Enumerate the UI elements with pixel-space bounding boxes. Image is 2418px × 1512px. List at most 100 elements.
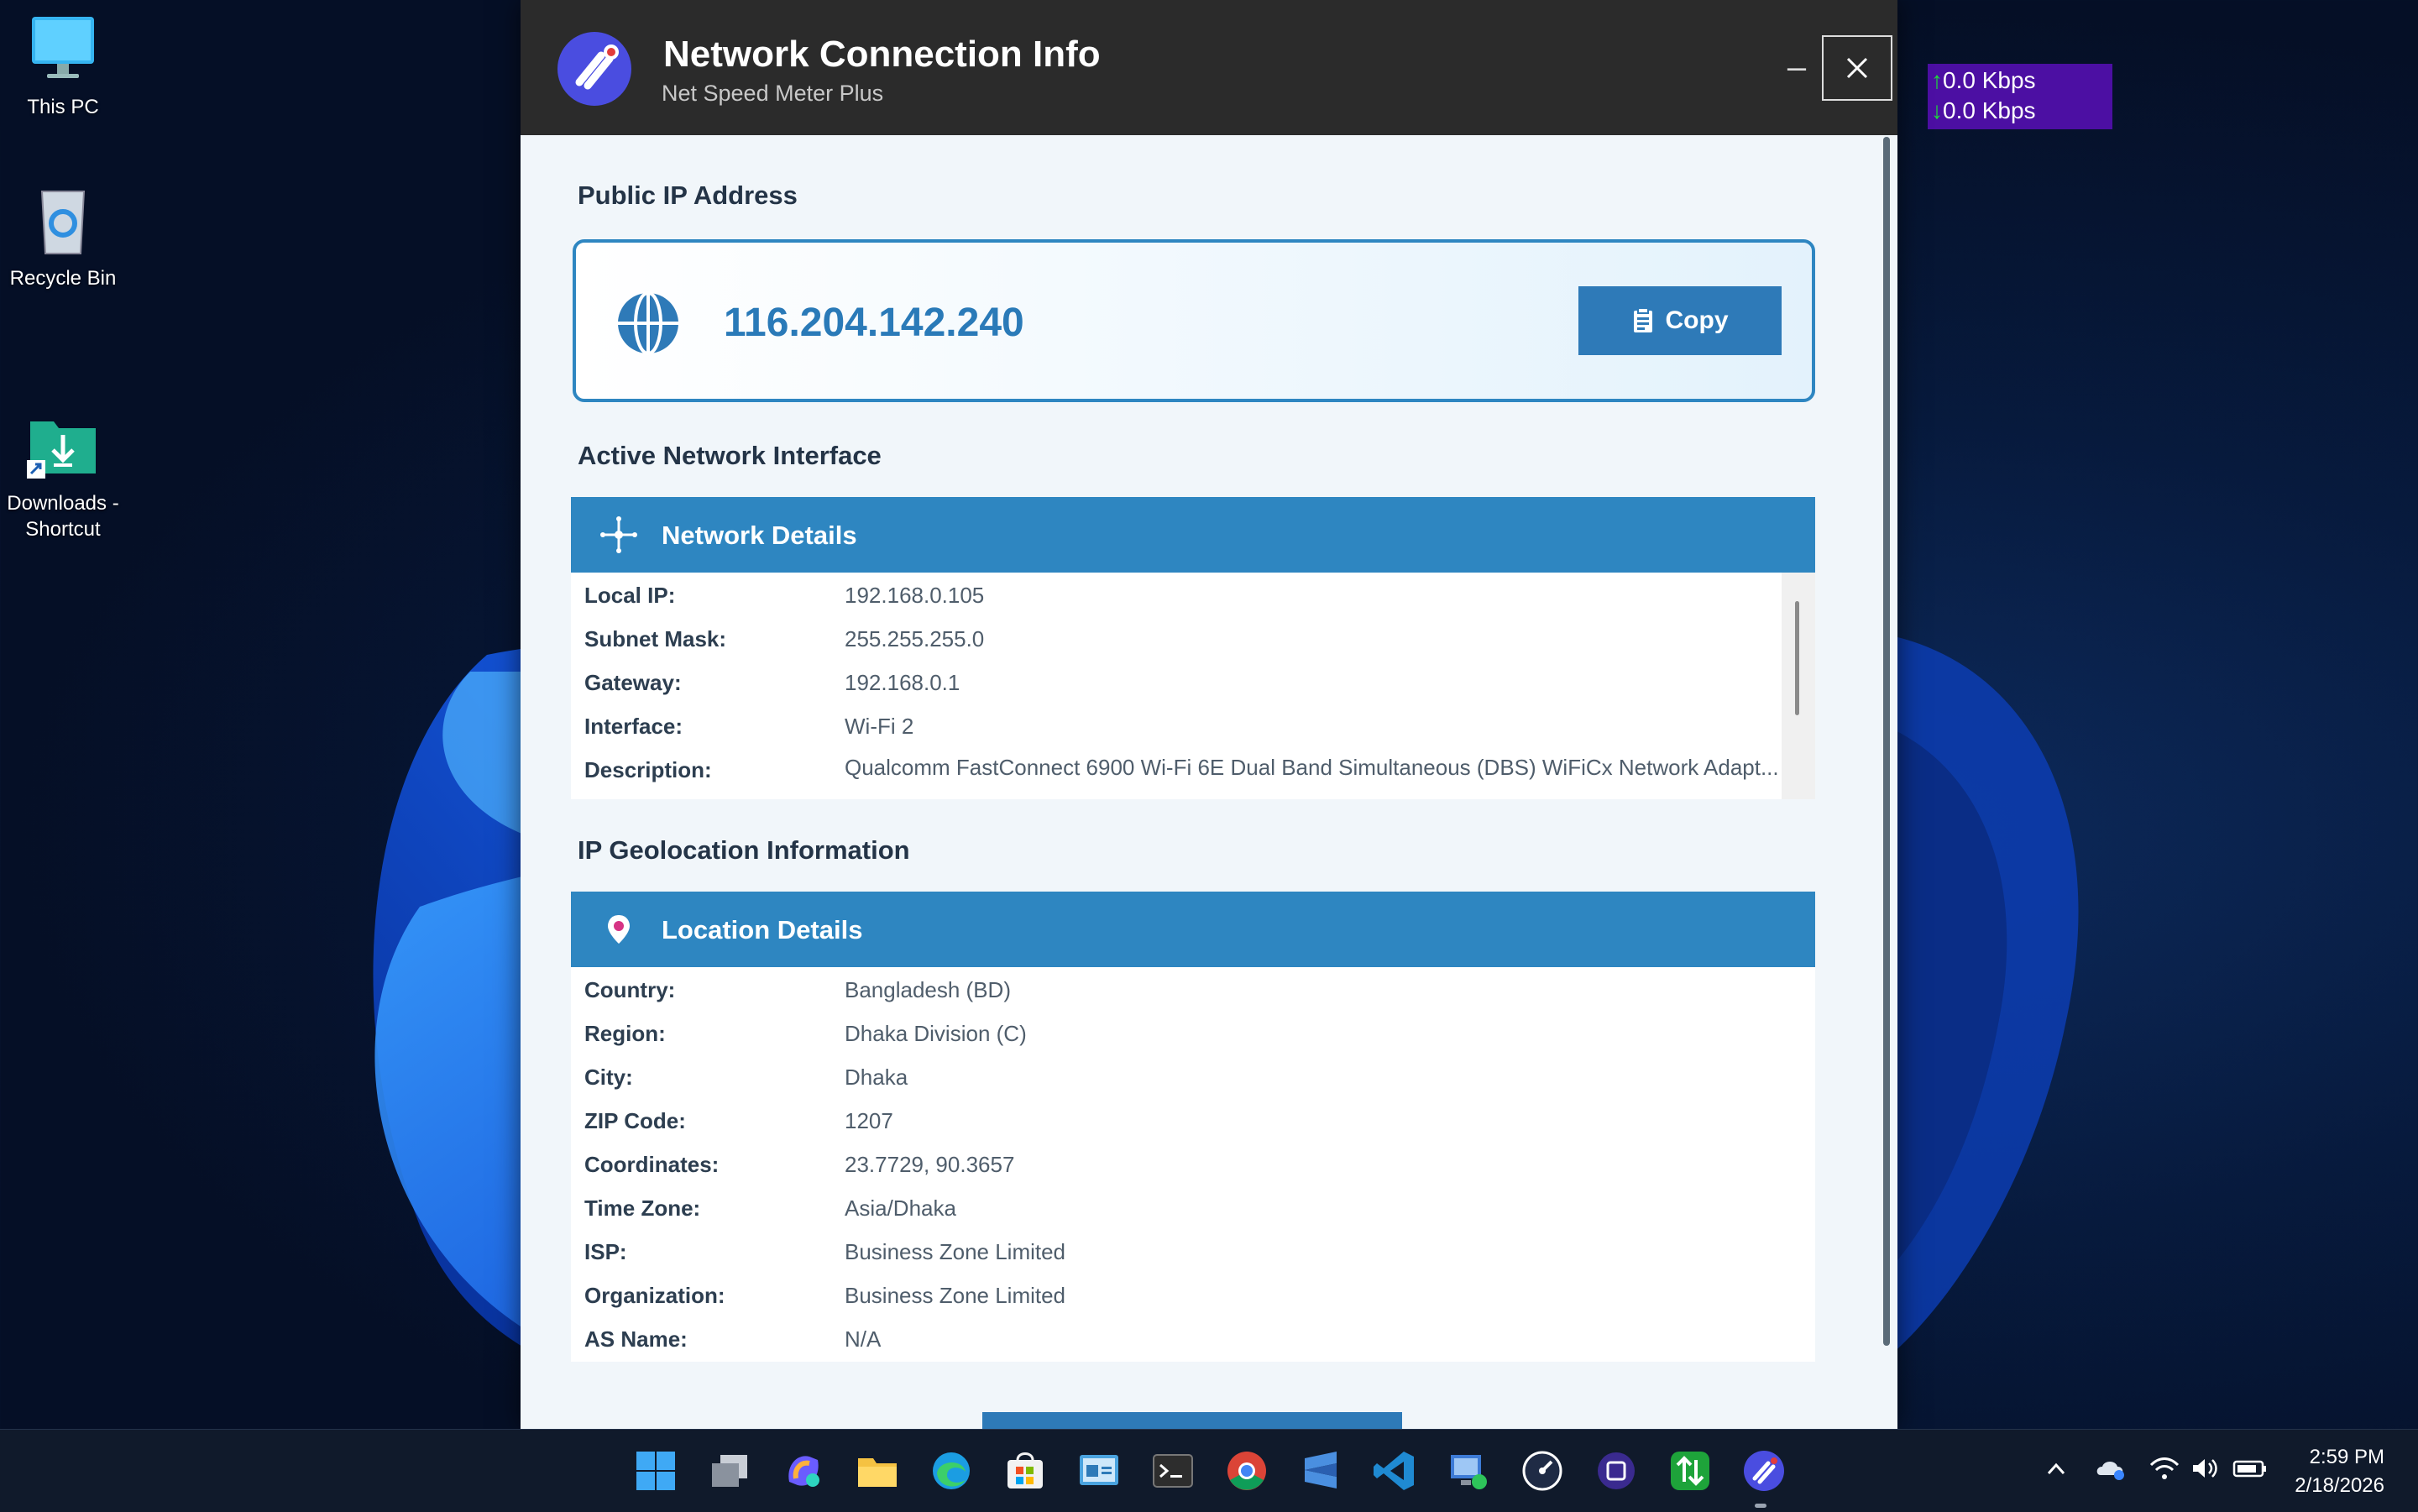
detail-value: Business Zone Limited (845, 1239, 1066, 1264)
active-app-indicator (1755, 1504, 1766, 1508)
detail-key: Coordinates: (584, 1152, 720, 1177)
download-speed: ↓0.0 Kbps (1931, 96, 2112, 126)
desktop-icon-this-pc[interactable]: This PC (0, 12, 126, 120)
detail-key: AS Name: (584, 1326, 688, 1352)
detail-key: Time Zone: (584, 1195, 701, 1221)
detail-value: Asia/Dhaka (845, 1195, 956, 1221)
window-scrollbar[interactable] (1881, 135, 1897, 1429)
detail-value: N/A (845, 1326, 882, 1352)
details-scrollbar[interactable] (1782, 573, 1815, 799)
sublime-icon[interactable] (1298, 1448, 1343, 1494)
transfer-icon[interactable] (1667, 1448, 1713, 1494)
detail-key: Interface: (584, 714, 683, 739)
arrow-up-icon: ↑ (1931, 67, 1943, 93)
detail-key: Organization: (584, 1283, 725, 1308)
task-view-icon[interactable] (707, 1448, 752, 1494)
taskbar: 2:59 PM 2/18/2026 (0, 1429, 2418, 1512)
window-title: Network Connection Info (663, 34, 1101, 75)
system-clock[interactable]: 2:59 PM 2/18/2026 (2284, 1443, 2384, 1500)
copilot-icon[interactable] (781, 1448, 826, 1494)
downloads-folder-icon (25, 382, 101, 479)
location-details-header: Location Details (571, 892, 1815, 967)
detail-key: Country: (584, 977, 676, 1002)
detail-key: Local IP: (584, 583, 676, 608)
network-hub-icon (600, 516, 637, 553)
detail-key: Description: (584, 757, 712, 782)
wallpaper-bloom-right (1847, 630, 2079, 1385)
bottom-action-button[interactable] (982, 1412, 1402, 1429)
network-details-title: Network Details (662, 521, 857, 550)
detail-key: ISP: (584, 1239, 627, 1264)
store-icon[interactable] (1002, 1448, 1048, 1494)
detail-key: City: (584, 1065, 633, 1090)
detail-value: 192.168.0.1 (845, 670, 960, 695)
network-info-window: Network Connection Info Net Speed Meter … (521, 0, 1897, 1429)
public-ip-value: 116.204.142.240 (724, 301, 1024, 345)
close-icon (1846, 57, 1868, 79)
detail-value: 1207 (845, 1108, 893, 1133)
network-details-header: Network Details (571, 497, 1815, 573)
onedrive-icon[interactable] (2094, 1452, 2128, 1493)
desktop-icon-label: Recycle Bin (9, 267, 117, 290)
copy-button[interactable]: Copy (1578, 286, 1782, 355)
control-panel-icon[interactable] (1076, 1448, 1122, 1494)
title-bar[interactable]: Network Connection Info Net Speed Meter … (521, 0, 1897, 135)
clipboard-icon (1633, 308, 1652, 332)
location-details-title: Location Details (662, 915, 863, 944)
net-speed-widget[interactable]: ↑0.0 Kbps ↓0.0 Kbps (1928, 64, 2112, 129)
net-speed-meter-icon[interactable] (1741, 1448, 1787, 1494)
copy-label: Copy (1665, 306, 1729, 334)
content-area: Public IP Address 116.204.142.240 Copy A… (521, 135, 1881, 1429)
detail-key: Subnet Mask: (584, 626, 727, 651)
public-ip-heading: Public IP Address (578, 180, 798, 210)
detail-key: Region: (584, 1021, 666, 1046)
wifi-icon[interactable] (2148, 1452, 2181, 1493)
desktop-icon-recycle-bin[interactable]: Recycle Bin (0, 183, 126, 291)
clock-date: 2/18/2026 (2295, 1474, 2384, 1497)
upload-speed: ↑0.0 Kbps (1931, 65, 2112, 96)
desktop-icon-label: This PC (27, 96, 99, 118)
vscode-icon[interactable] (1372, 1448, 1417, 1494)
detail-value: 23.7729, 90.3657 (845, 1152, 1015, 1177)
close-button[interactable] (1822, 35, 1892, 101)
minimize-button[interactable]: – (1763, 35, 1830, 102)
detail-value: Dhaka (845, 1065, 908, 1090)
file-explorer-icon[interactable] (855, 1448, 900, 1494)
detail-value: 192.168.0.105 (845, 583, 985, 608)
speedometer-icon[interactable] (1520, 1448, 1565, 1494)
monitor-icon (25, 12, 101, 87)
remote-desktop-icon[interactable] (1446, 1448, 1491, 1494)
public-ip-card: 116.204.142.240 Copy (573, 239, 1815, 402)
window-subtitle: Net Speed Meter Plus (662, 81, 884, 106)
scrollbar-thumb[interactable] (1795, 601, 1799, 715)
scrollbar-thumb[interactable] (1883, 137, 1890, 1346)
chrome-icon[interactable] (1224, 1448, 1269, 1494)
app-icon[interactable] (1594, 1448, 1639, 1494)
upload-speed-value: 0.0 Kbps (1943, 67, 2036, 93)
download-speed-value: 0.0 Kbps (1943, 97, 2036, 123)
location-pin-icon (608, 915, 630, 944)
battery-icon[interactable] (2232, 1452, 2269, 1493)
detail-value: 255.255.255.0 (845, 626, 985, 651)
active-interface-heading: Active Network Interface (578, 441, 882, 470)
network-details-list: Local IP: 192.168.0.105 Subnet Mask: 255.2… (571, 573, 1815, 799)
clock-time: 2:59 PM (2309, 1446, 2384, 1468)
chevron-up-icon[interactable] (2044, 1452, 2069, 1493)
recycle-bin-icon (25, 183, 101, 259)
detail-value: Qualcomm FastConnect 6900 Wi-Fi 6E Dual … (845, 755, 1779, 780)
terminal-icon[interactable] (1150, 1448, 1196, 1494)
app-logo-icon (557, 32, 631, 106)
globe-icon (618, 291, 678, 355)
detail-key: ZIP Code: (584, 1108, 686, 1133)
geolocation-heading: IP Geolocation Information (578, 835, 910, 865)
detail-value: Dhaka Division (C) (845, 1021, 1027, 1046)
volume-icon[interactable] (2188, 1452, 2222, 1493)
detail-value: Bangladesh (BD) (845, 977, 1011, 1002)
edge-icon[interactable] (929, 1448, 974, 1494)
desktop-icon-label: Downloads - Shortcut (7, 492, 119, 541)
start-icon[interactable] (633, 1448, 678, 1494)
desktop-icon-downloads-shortcut[interactable]: Downloads - Shortcut (0, 356, 126, 568)
detail-value: Business Zone Limited (845, 1283, 1066, 1308)
location-details-list: Country: Bangladesh (BD) Region: Dhaka Div… (571, 967, 1815, 1362)
detail-value: Wi-Fi 2 (845, 714, 914, 739)
